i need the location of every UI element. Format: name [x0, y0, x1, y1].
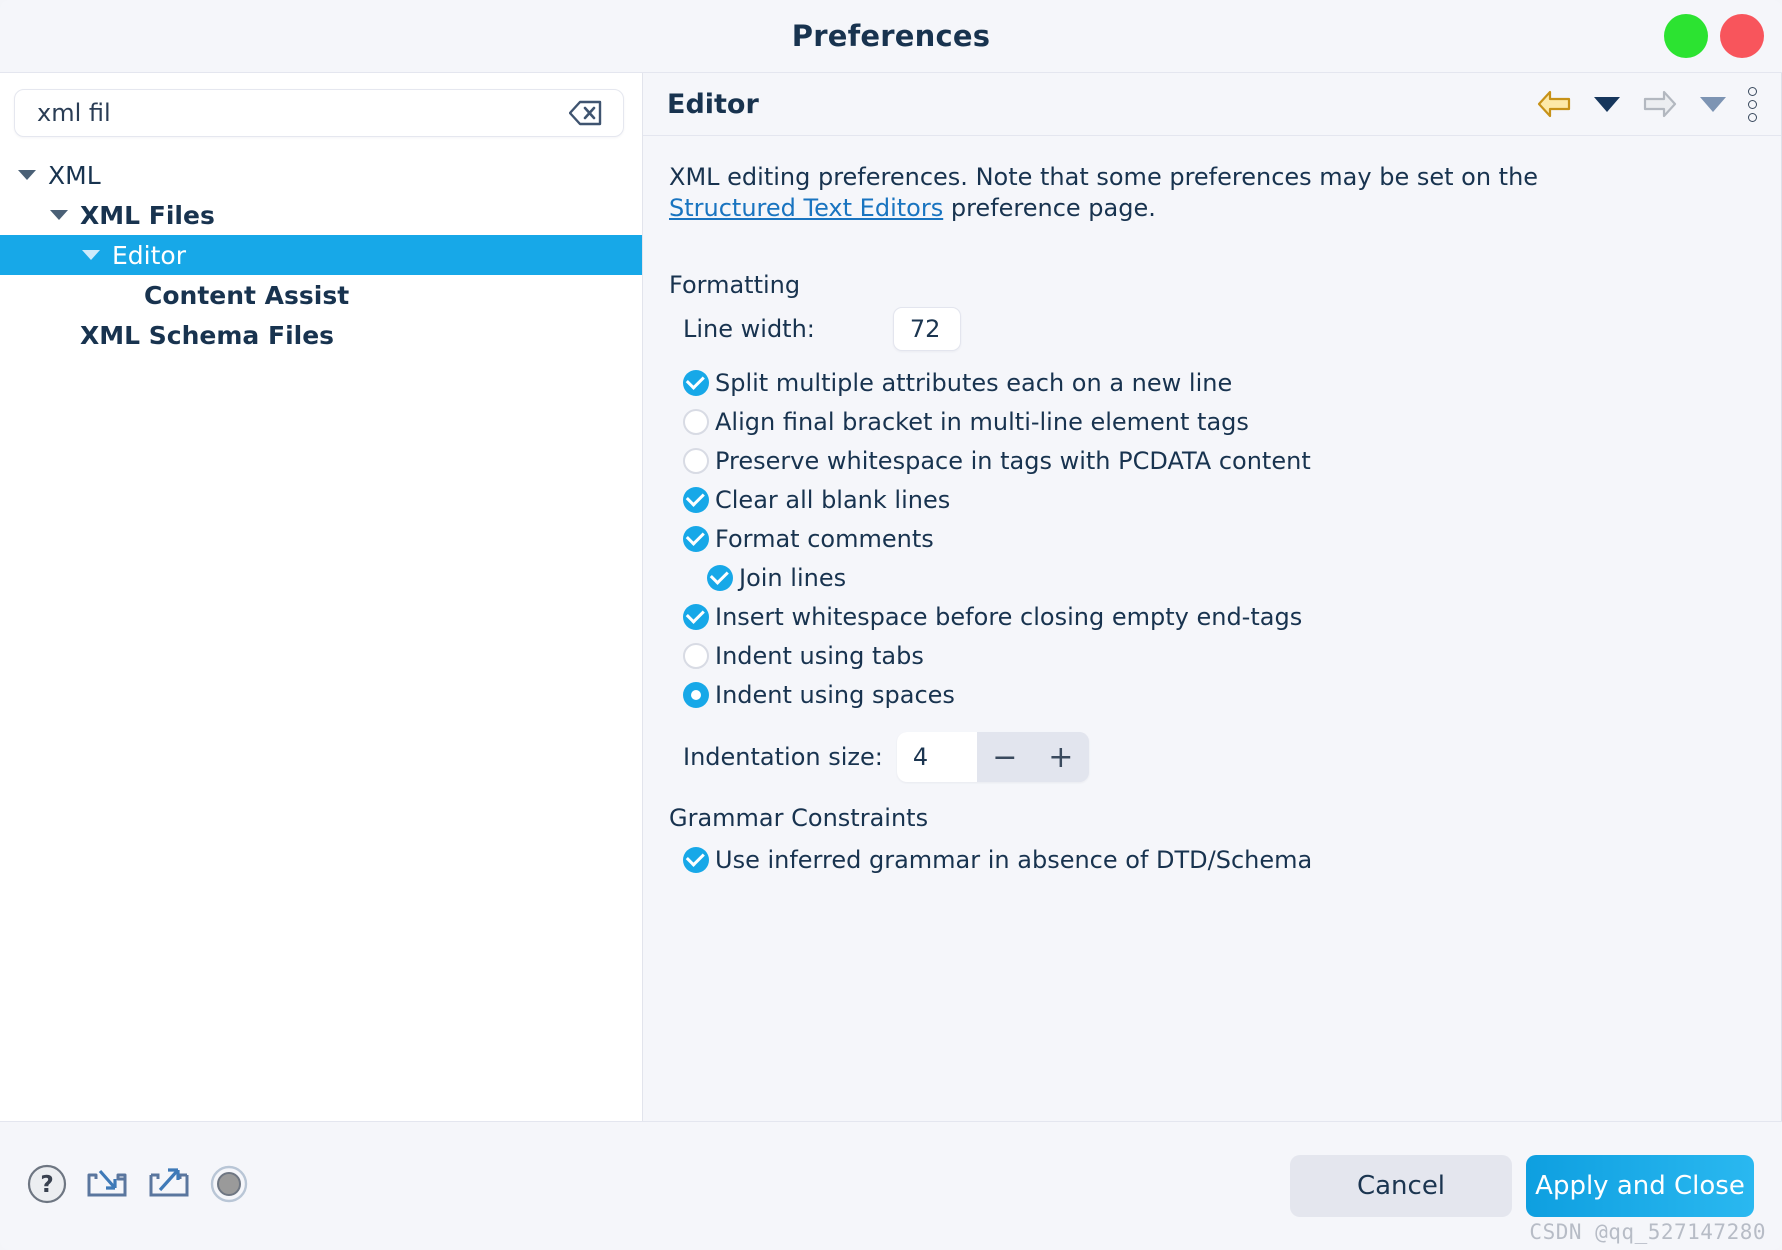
option-label: Join lines: [739, 563, 847, 592]
checkbox-unchecked-icon[interactable]: [683, 447, 709, 474]
search-input[interactable]: xml fil: [15, 99, 569, 127]
option-clear-all-blank-lines[interactable]: Clear all blank lines: [669, 480, 1781, 519]
maximize-button[interactable]: [1664, 14, 1708, 58]
option-label: Clear all blank lines: [715, 485, 951, 514]
footer-icon-group: ?: [26, 1163, 250, 1209]
indentation-size-row: Indentation size: 4 − +: [669, 732, 1781, 783]
option-label: Indent using tabs: [715, 641, 924, 670]
checkbox-unchecked-icon[interactable]: [683, 408, 709, 435]
title-bar: Preferences: [0, 0, 1782, 73]
help-icon[interactable]: ?: [26, 1163, 68, 1209]
tree-item-label: XML Schema Files: [80, 320, 335, 350]
cancel-button[interactable]: Cancel: [1290, 1155, 1512, 1217]
checkbox-checked-icon[interactable]: [683, 846, 709, 873]
formatting-options: Split multiple attributes each on a new …: [669, 363, 1781, 714]
restore-defaults-icon[interactable]: [208, 1163, 250, 1209]
line-width-input[interactable]: 72: [892, 307, 961, 352]
left-pane: xml fil XML XML Files Editor Content Ass…: [0, 73, 643, 1121]
tree-item-content-assist[interactable]: Content Assist: [0, 275, 642, 315]
option-label: Split multiple attributes each on a new …: [715, 368, 1233, 397]
watermark: CSDN @qq_527147280: [1529, 1220, 1766, 1244]
option-indent-using-tabs[interactable]: Indent using tabs: [669, 636, 1781, 675]
formatting-group-label: Formatting: [669, 271, 801, 300]
checkbox-checked-icon[interactable]: [683, 525, 709, 552]
dialog-body: xml fil XML XML Files Editor Content Ass…: [0, 73, 1782, 1121]
option-split-multiple-attributes[interactable]: Split multiple attributes each on a new …: [669, 363, 1781, 402]
tree-item-xml[interactable]: XML: [0, 155, 642, 195]
tree-item-xml-schema-files[interactable]: XML Schema Files: [0, 315, 642, 355]
indentation-size-label: Indentation size:: [683, 743, 883, 772]
export-icon[interactable]: [146, 1163, 192, 1209]
chevron-down-icon[interactable]: [50, 210, 68, 220]
close-button[interactable]: [1720, 14, 1764, 58]
chevron-down-icon[interactable]: [82, 250, 100, 260]
svg-text:?: ?: [40, 1172, 53, 1198]
line-width-row: Line width: 72: [669, 307, 1781, 352]
pane-toolbar: [1536, 86, 1757, 122]
search-area: xml fil: [0, 73, 642, 147]
dialog-footer: ? Cancel Apply and Close CSDN @qq_527147…: [0, 1121, 1782, 1250]
tree-item-label: XML Files: [80, 200, 215, 230]
option-preserve-whitespace-pcdata[interactable]: Preserve whitespace in tags with PCDATA …: [669, 441, 1781, 480]
view-menu-icon[interactable]: [1748, 86, 1757, 122]
page-title: Preferences: [791, 19, 991, 53]
option-label: Format comments: [715, 524, 934, 553]
tree-item-label: XML: [48, 160, 101, 190]
pane-header: Editor: [643, 73, 1781, 136]
checkbox-checked-icon[interactable]: [683, 486, 709, 513]
indentation-size-stepper[interactable]: 4 − +: [896, 732, 1089, 783]
back-arrow-icon[interactable]: [1536, 89, 1572, 119]
checkbox-checked-icon[interactable]: [683, 369, 709, 396]
tree-item-editor[interactable]: Editor: [0, 235, 642, 275]
search-box[interactable]: xml fil: [14, 89, 624, 137]
option-insert-whitespace-empty-end-tags[interactable]: Insert whitespace before closing empty e…: [669, 597, 1781, 636]
option-use-inferred-grammar[interactable]: Use inferred grammar in absence of DTD/S…: [669, 840, 1781, 879]
option-label: Align final bracket in multi-line elemen…: [715, 407, 1249, 436]
preferences-tree[interactable]: XML XML Files Editor Content Assist XML …: [0, 147, 642, 1121]
back-dropdown-icon[interactable]: [1594, 96, 1620, 112]
window-controls: [1664, 14, 1764, 58]
apply-and-close-button[interactable]: Apply and Close: [1526, 1155, 1754, 1217]
indentation-size-input[interactable]: 4: [896, 732, 977, 783]
radio-unchecked-icon[interactable]: [683, 642, 709, 669]
option-format-comments[interactable]: Format comments: [669, 519, 1781, 558]
pane-content: XML editing preferences. Note that some …: [643, 136, 1781, 1121]
option-label: Insert whitespace before closing empty e…: [715, 602, 1303, 631]
pane-description: XML editing preferences. Note that some …: [669, 162, 1569, 223]
option-label: Indent using spaces: [715, 680, 955, 709]
import-icon[interactable]: [84, 1163, 130, 1209]
checkbox-checked-icon[interactable]: [707, 564, 733, 591]
structured-text-editors-link[interactable]: Structured Text Editors: [669, 194, 943, 222]
description-text-before: XML editing preferences. Note that some …: [669, 163, 1539, 191]
grammar-group-label: Grammar Constraints: [669, 804, 929, 833]
pane-title: Editor: [667, 88, 759, 120]
option-label: Use inferred grammar in absence of DTD/S…: [715, 845, 1313, 874]
option-join-lines[interactable]: Join lines: [669, 558, 1781, 597]
right-pane: Editor XML editing preferences. Note tha…: [643, 73, 1782, 1121]
checkbox-checked-icon[interactable]: [683, 603, 709, 630]
line-width-label: Line width:: [683, 315, 815, 344]
option-label: Preserve whitespace in tags with PCDATA …: [715, 446, 1311, 475]
forward-arrow-icon[interactable]: [1642, 89, 1678, 119]
clear-backspace-icon[interactable]: [569, 100, 603, 126]
stepper-decrement-button[interactable]: −: [976, 732, 1033, 783]
tree-item-xml-files[interactable]: XML Files: [0, 195, 642, 235]
tree-item-label: Content Assist: [144, 280, 350, 310]
forward-dropdown-icon[interactable]: [1700, 96, 1726, 112]
stepper-increment-button[interactable]: +: [1032, 732, 1089, 783]
option-align-final-bracket[interactable]: Align final bracket in multi-line elemen…: [669, 402, 1781, 441]
chevron-down-icon[interactable]: [18, 170, 36, 180]
preferences-window: Preferences xml fil XML XML Files Editor…: [0, 0, 1782, 1250]
option-indent-using-spaces[interactable]: Indent using spaces: [669, 675, 1781, 714]
description-text-after: preference page.: [943, 193, 1156, 222]
tree-item-label: Editor: [112, 240, 186, 270]
radio-checked-icon[interactable]: [683, 681, 709, 708]
